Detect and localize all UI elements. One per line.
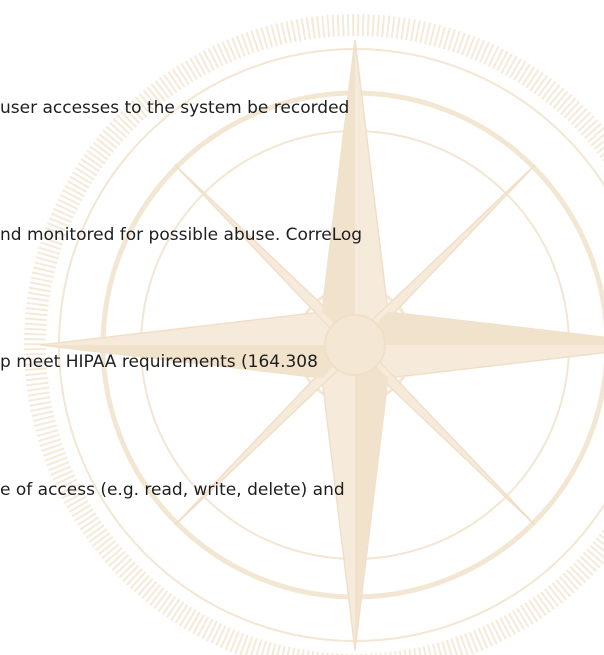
document-text-line: p meet HIPAA requirements (164.308 <box>0 352 318 372</box>
document-text-line: nd monitored for possible abuse. CorreLo… <box>0 225 363 245</box>
document-text-line: user accesses to the system be recorded <box>0 98 350 118</box>
document-text-line: e of access (e.g. read, write, delete) a… <box>0 480 345 500</box>
